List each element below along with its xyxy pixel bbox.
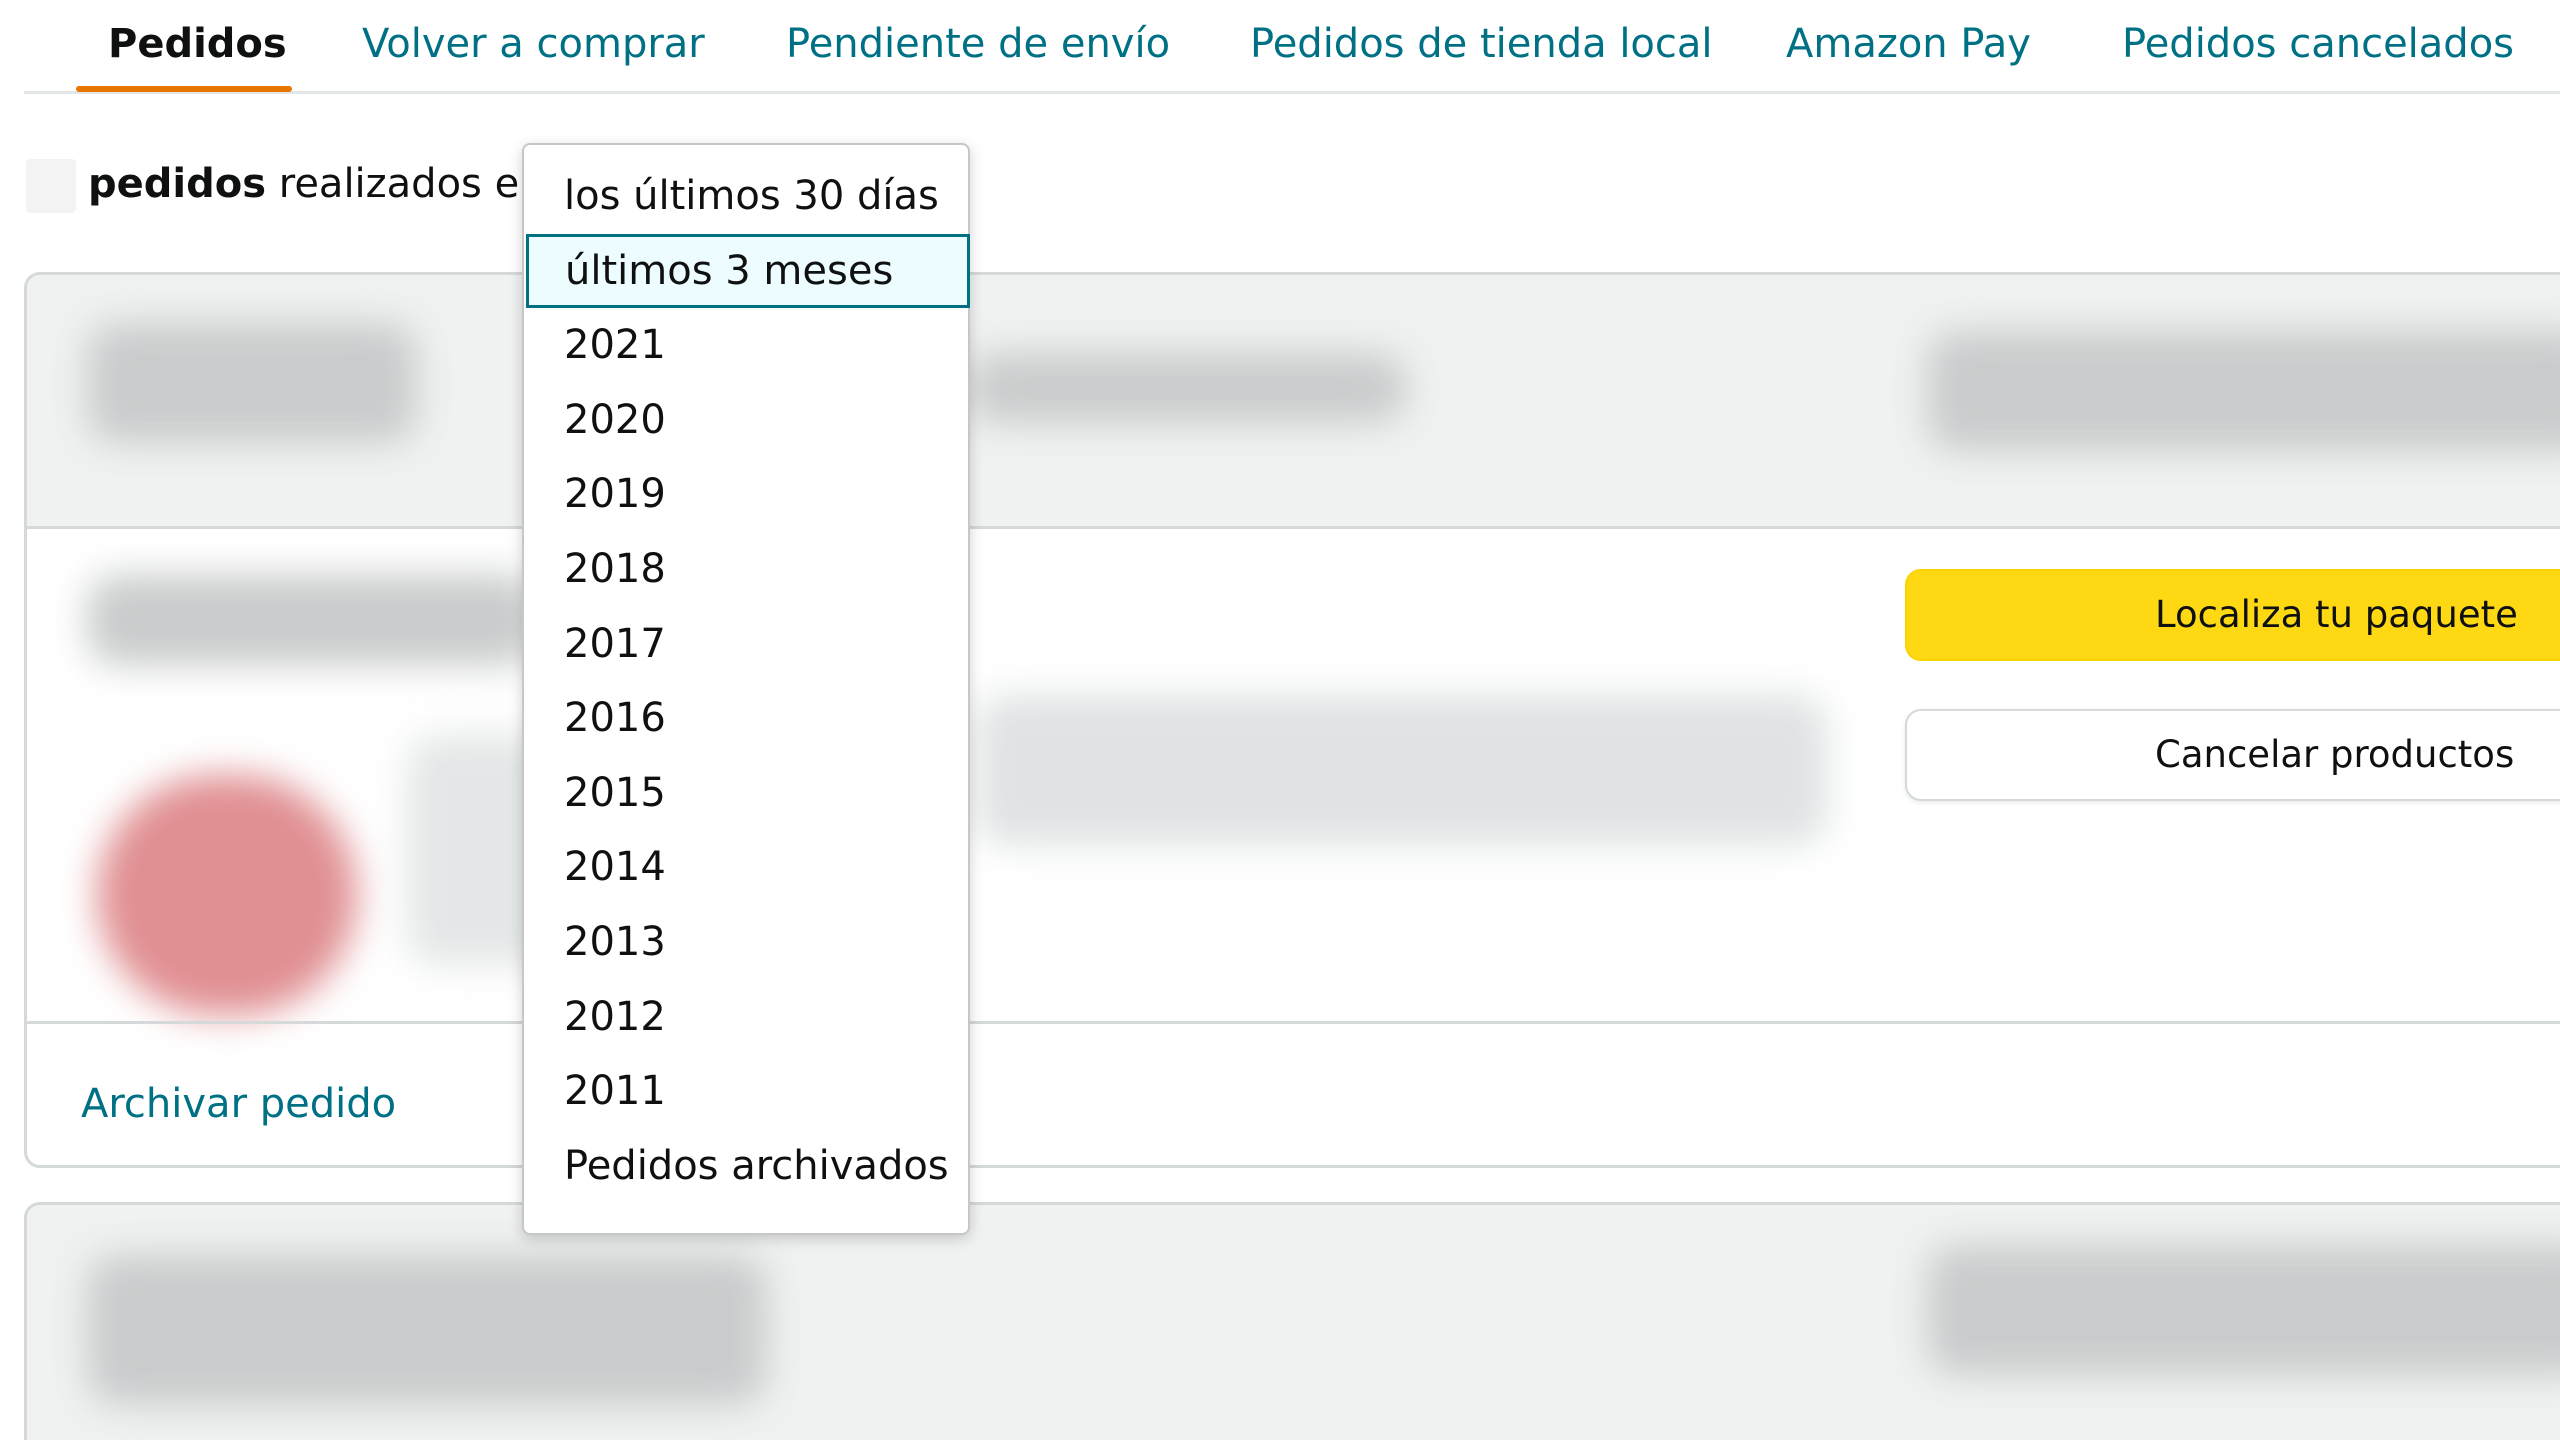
redacted-order-info	[87, 323, 417, 443]
redacted-order-info	[1927, 1245, 2560, 1375]
active-tab-indicator	[76, 86, 292, 92]
redacted-order-info	[1927, 331, 2560, 451]
redacted-product-title	[977, 695, 1827, 845]
dropdown-option[interactable]: 2021	[524, 308, 972, 382]
track-package-button[interactable]: Localiza tu paquete	[1905, 569, 2560, 661]
tab-pendiente-de-envio[interactable]: Pendiente de envío	[786, 14, 1170, 94]
time-range-dropdown-list[interactable]: los últimos 30 días últimos 3 meses 2021 20…	[522, 143, 970, 1235]
order-card	[24, 1202, 2560, 1440]
dropdown-option[interactable]: 2013	[524, 905, 972, 979]
placed-in-label: realizados en	[278, 161, 545, 207]
order-card-header	[27, 1205, 2560, 1440]
dropdown-option[interactable]: 2015	[524, 756, 972, 830]
orders-page: Pedidos Volver a comprar Pendiente de en…	[0, 0, 2560, 1440]
dropdown-option[interactable]: 2017	[524, 607, 972, 681]
dropdown-option[interactable]: 2020	[524, 383, 972, 457]
dropdown-option[interactable]: 2018	[524, 532, 972, 606]
dropdown-option[interactable]: 2014	[524, 830, 972, 904]
dropdown-option[interactable]: los últimos 30 días	[524, 159, 972, 233]
dropdown-option[interactable]: últimos 3 meses	[526, 234, 970, 308]
order-card: Localiza tu paquete Cancelar productos A…	[24, 272, 2560, 1168]
orders-count-redacted	[26, 159, 76, 213]
dropdown-option[interactable]: 2012	[524, 980, 972, 1054]
tab-pedidos-tienda-local[interactable]: Pedidos de tienda local	[1250, 14, 1713, 94]
cancel-items-button[interactable]: Cancelar productos	[1905, 709, 2560, 801]
tab-pedidos-cancelados[interactable]: Pedidos cancelados	[2122, 14, 2514, 94]
redacted-product-image	[97, 775, 357, 1015]
archive-order-link[interactable]: Archivar pedido	[81, 1076, 396, 1132]
dropdown-option[interactable]: 2011	[524, 1054, 972, 1128]
orders-count-line: pedidos realizados en	[26, 154, 545, 214]
tab-volver-a-comprar[interactable]: Volver a comprar	[362, 14, 705, 94]
redacted-order-info	[967, 353, 1407, 423]
order-card-footer: Archivar pedido	[27, 1021, 2560, 1165]
orders-tabs: Pedidos Volver a comprar Pendiente de en…	[24, 0, 2560, 94]
orders-word: pedidos	[88, 161, 267, 207]
tab-pedidos[interactable]: Pedidos	[108, 14, 287, 94]
tab-amazon-pay[interactable]: Amazon Pay	[1786, 14, 2031, 94]
dropdown-option[interactable]: 2019	[524, 457, 972, 531]
redacted-order-info	[87, 1255, 767, 1405]
redacted-delivery-status	[87, 575, 537, 665]
dropdown-option[interactable]: 2016	[524, 681, 972, 755]
order-card-header	[27, 275, 2560, 529]
dropdown-option[interactable]: Pedidos archivados	[524, 1129, 972, 1203]
